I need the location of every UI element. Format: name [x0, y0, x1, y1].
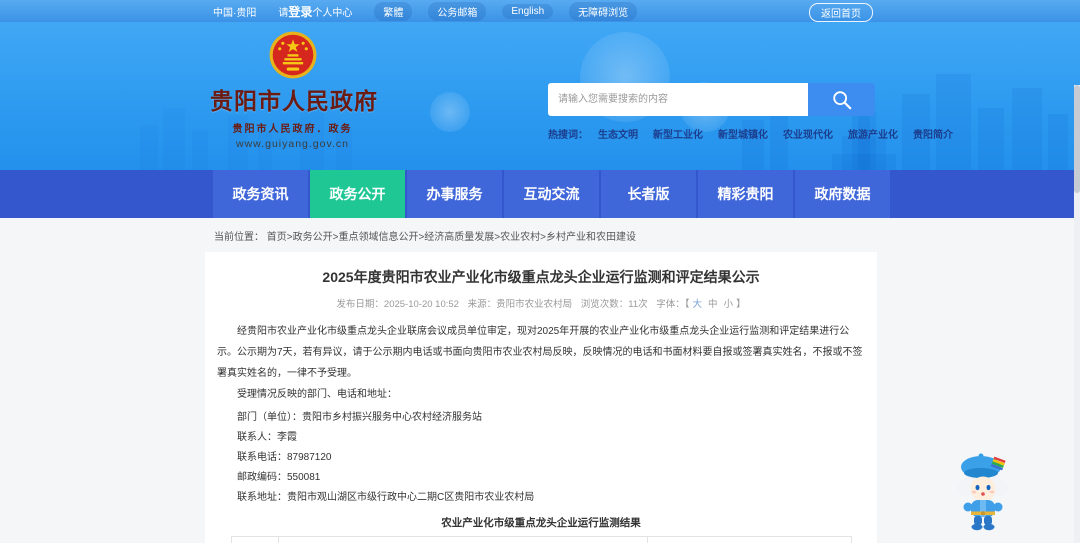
- article-meta: 发布日期：2025-10-20 10:52 来源：贵阳市农业农村局 浏览次数：1…: [217, 296, 865, 310]
- font-size-label: 字体：【: [656, 299, 690, 310]
- skyline-building: [936, 74, 971, 170]
- skyline-building: [1048, 114, 1068, 170]
- back-to-home-button[interactable]: 返回首页: [809, 3, 873, 22]
- nav-item-news[interactable]: 政务资讯: [213, 170, 308, 218]
- article-body: 经贵阳市农业产业化市级重点龙头企业联席会议成员单位审定，现对2025年开展的农业…: [217, 321, 865, 405]
- mascot-icon: [958, 453, 1008, 531]
- hot-search-label: 热搜词：: [548, 130, 588, 141]
- site-header-banner: 贵阳市人民政府 贵阳市人民政府．政务 www.guiyang.gov.cn 热搜…: [0, 22, 1080, 170]
- skyline-building: [1012, 88, 1042, 170]
- national-emblem-icon: [269, 31, 316, 79]
- hot-search-row: 热搜词： 生态文明 新型工业化 新型城镇化 农业现代化 旅游产业化 贵阳简介: [548, 126, 953, 141]
- table-header-row: 序号 企业名称 监测结果: [230, 536, 852, 543]
- contact-address: 联系地址：贵阳市观山湖区市级行政中心二期C区贵阳市农业农村局: [237, 492, 535, 503]
- hot-word-tourism[interactable]: 旅游产业化: [848, 126, 898, 141]
- hot-word-urbanization[interactable]: 新型城镇化: [718, 126, 768, 141]
- skyline-building: [140, 125, 158, 170]
- hot-word-industry[interactable]: 新型工业化: [653, 126, 703, 141]
- skyline-building: [192, 130, 208, 170]
- font-size-large-button[interactable]: 大: [693, 299, 703, 310]
- article-source: 来源：贵阳市农业农村局: [467, 299, 573, 310]
- contact-phone: 联系电话：87987120: [237, 452, 332, 463]
- skyline-building: [163, 108, 185, 170]
- login-bold-text: 登录: [288, 4, 313, 19]
- contact-info-block: 部门（单位）：贵阳市乡村振兴服务中心农村经济服务站 联系人：李霞 联系电话：87…: [217, 408, 865, 508]
- article-card: 2025年度贵阳市农业产业化市级重点龙头企业运行监测和评定结果公示 发布日期：2…: [205, 252, 877, 543]
- nav-item-senior-version[interactable]: 长者版: [601, 170, 696, 218]
- table-caption: 农业产业化市级重点龙头企业运行监测结果: [441, 517, 641, 529]
- site-subtitle: 贵阳市人民政府．政务: [232, 124, 353, 135]
- contact-person: 联系人：李霞: [237, 432, 297, 443]
- main-navigation: 政务资讯 政务公开 办事服务 互动交流 长者版 精彩贵阳 政府数据: [0, 170, 1080, 218]
- link-english[interactable]: English: [502, 3, 554, 19]
- contact-department: 部门（单位）：贵阳市乡村振兴服务中心农村经济服务站: [237, 412, 482, 423]
- view-count: 浏览次数：11次: [580, 299, 648, 310]
- font-size-medium-button[interactable]: 中: [708, 299, 718, 310]
- nav-item-gov-data[interactable]: 政府数据: [795, 170, 890, 218]
- monitoring-results-table: 序号 企业名称 监测结果 1 贵州合力超市采购有限公司 合格 2 贵州友禾种业有…: [230, 536, 852, 543]
- hot-word-guiyang-intro[interactable]: 贵阳简介: [913, 126, 953, 141]
- paragraph-announcement: 经贵阳市农业产业化市级重点龙头企业联席会议成员单位审定，现对2025年开展的农业…: [217, 326, 863, 379]
- link-traditional-chinese[interactable]: 繁體: [374, 1, 413, 21]
- site-url: www.guiyang.gov.cn: [236, 138, 349, 150]
- paragraph-feedback-intro: 受理情况反映的部门、电话和地址：: [237, 389, 397, 400]
- link-accessibility[interactable]: 无障碍浏览: [569, 1, 638, 21]
- bokeh-light: [430, 92, 470, 132]
- header-result: 监测结果: [646, 536, 852, 543]
- scrollbar-track[interactable]: [1074, 85, 1080, 543]
- site-logo-block[interactable]: 贵阳市人民政府 贵阳市人民政府．政务 www.guiyang.gov.cn: [210, 30, 378, 150]
- breadcrumb-label: 当前位置：: [214, 232, 264, 243]
- publish-date: 发布日期：2025-10-20 10:52: [336, 299, 459, 310]
- font-size-label-end: 】: [736, 299, 746, 310]
- search-button[interactable]: [808, 83, 875, 116]
- guiyang-mascot-assistant[interactable]: [950, 448, 1016, 537]
- breadcrumb: 当前位置： 首页>政务公开>重点领域信息公开>经济高质量发展>农业农村>乡村产业…: [0, 218, 1080, 252]
- hot-word-eco[interactable]: 生态文明: [598, 126, 638, 141]
- article-title: 2025年度贵阳市农业产业化市级重点龙头企业运行监测和评定结果公示: [322, 269, 760, 285]
- skyline-building: [978, 108, 1004, 170]
- nav-item-interaction[interactable]: 互动交流: [504, 170, 599, 218]
- header-seq: 序号: [230, 536, 279, 543]
- link-official-mail[interactable]: 公务邮箱: [428, 1, 487, 21]
- header-company-name: 企业名称: [277, 536, 648, 543]
- nav-item-wonderful-guiyang[interactable]: 精彩贵阳: [698, 170, 793, 218]
- hot-word-agriculture[interactable]: 农业现代化: [783, 126, 833, 141]
- contact-postcode: 邮政编码：550081: [237, 472, 321, 483]
- login-link[interactable]: 请登录个人中心: [278, 3, 352, 20]
- link-china-guiyang[interactable]: 中国·贵阳: [213, 4, 256, 19]
- nav-item-services[interactable]: 办事服务: [407, 170, 502, 218]
- magnifier-icon: [832, 90, 851, 109]
- scrollbar-thumb[interactable]: [1074, 85, 1080, 193]
- breadcrumb-path[interactable]: 首页>政务公开>重点领域信息公开>经济高质量发展>农业农村>乡村产业和农田建设: [267, 232, 636, 243]
- top-utility-bar: 中国·贵阳 请登录个人中心 繁體 公务邮箱 English 无障碍浏览 返回首页: [0, 0, 1080, 22]
- font-size-small-button[interactable]: 小: [724, 299, 734, 310]
- search-input[interactable]: [548, 83, 808, 116]
- nav-item-gov-affairs-open[interactable]: 政务公开: [310, 170, 405, 218]
- search-area: 热搜词： 生态文明 新型工业化 新型城镇化 农业现代化 旅游产业化 贵阳简介: [548, 83, 953, 141]
- site-name: 贵阳市人民政府: [210, 88, 378, 114]
